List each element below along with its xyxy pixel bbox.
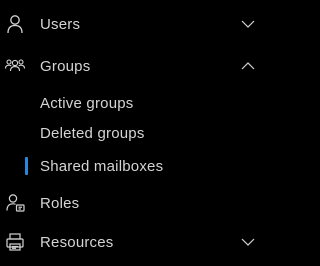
nav-item-resources[interactable]: Resources [0,224,266,260]
nav-item-groups[interactable]: Groups [0,48,266,84]
nav-subitem-label: Deleted groups [40,124,145,142]
nav-item-resources-label: Resources [40,233,114,251]
nav-subitem-shared-mailboxes[interactable]: Shared mailboxes [0,148,266,184]
nav-subitem-label: Shared mailboxes [40,157,164,175]
person-icon [4,13,26,35]
selected-indicator [25,157,28,175]
printer-icon [4,231,26,253]
nav-subitem-label: Active groups [40,94,134,112]
nav-item-users-label: Users [40,15,81,33]
nav-item-users[interactable]: Users [0,6,266,42]
nav-subitem-deleted-groups[interactable]: Deleted groups [0,115,266,151]
nav-item-roles-label: Roles [40,194,80,212]
chevron-up-icon[interactable] [240,58,256,74]
nav-item-groups-label: Groups [40,57,91,75]
nav-item-roles[interactable]: Roles [0,185,266,221]
navigation-pane: Users Groups Active groups Deleted group… [0,0,266,266]
chevron-down-icon[interactable] [240,16,256,32]
people-icon [4,55,26,77]
chevron-down-icon[interactable] [240,234,256,250]
person-badge-icon [4,192,26,214]
